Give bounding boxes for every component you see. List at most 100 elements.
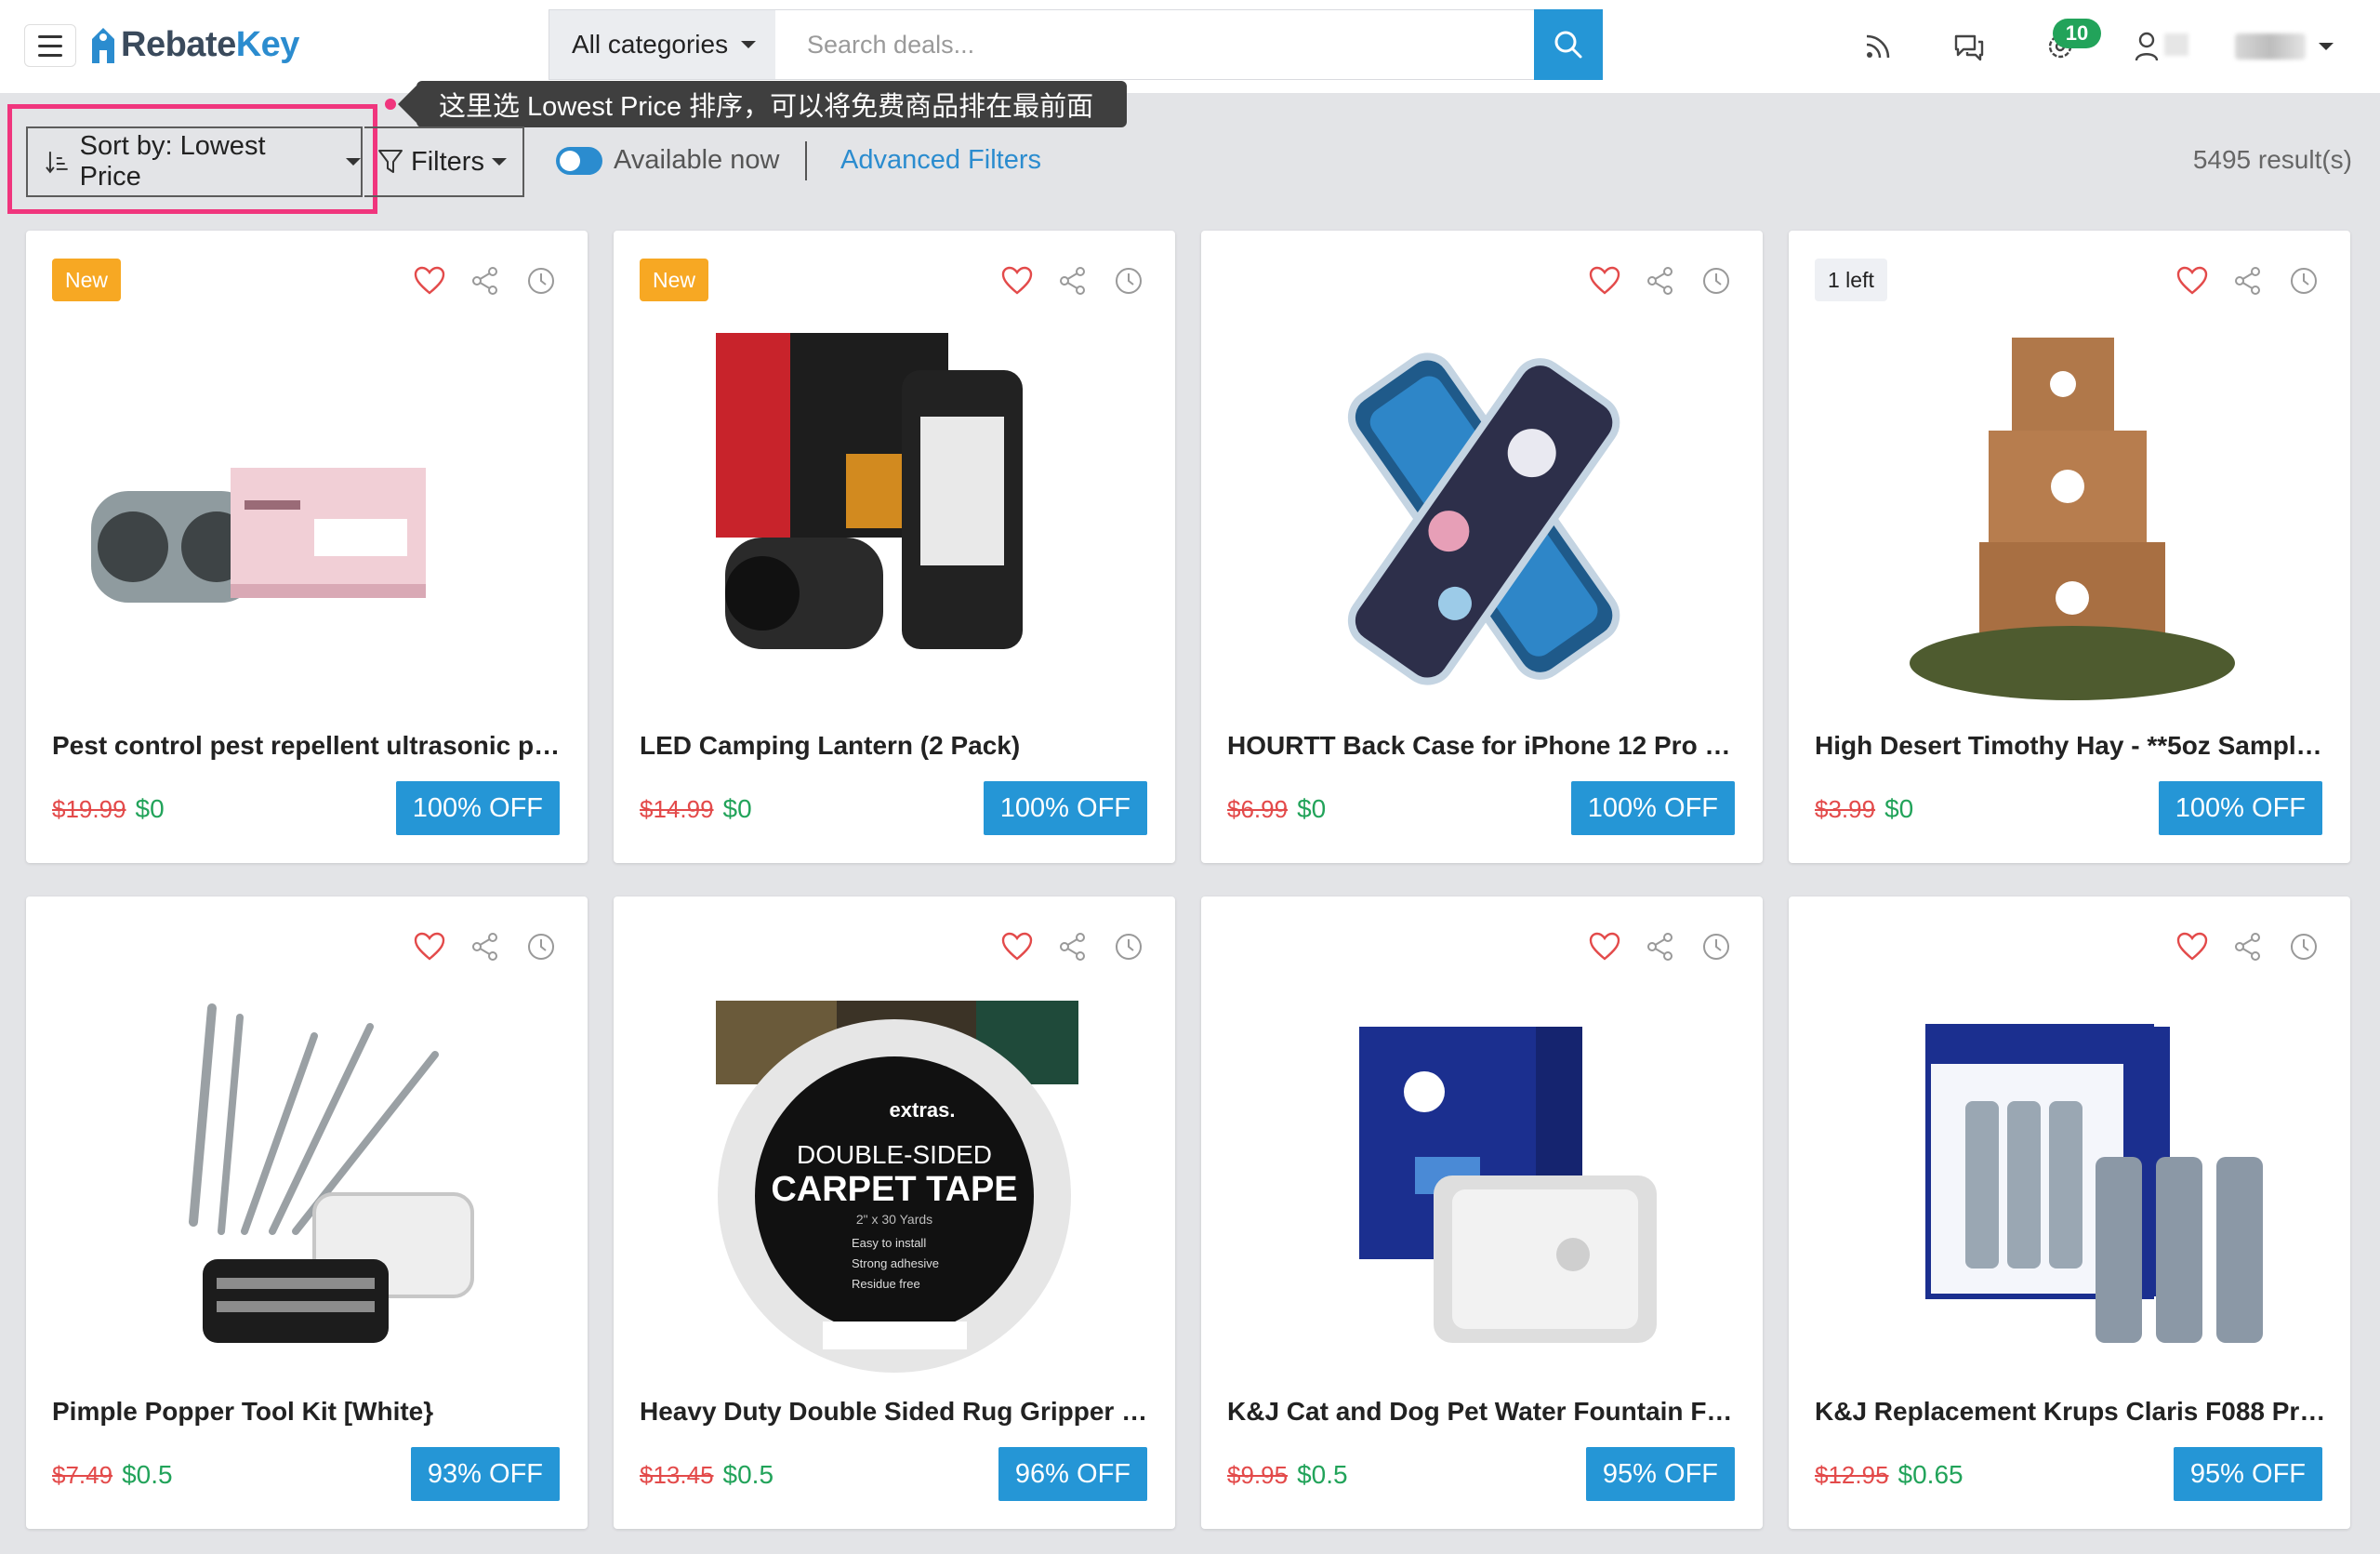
share-icon[interactable] <box>469 930 502 963</box>
sort-highlight-box <box>7 104 377 214</box>
favorite-heart-icon[interactable] <box>1000 264 1034 298</box>
product-card[interactable]: HOURTT Back Case for iPhone 12 Pro Ma...… <box>1201 231 1763 863</box>
chat-icon <box>1954 34 1984 61</box>
chevron-down-icon <box>741 41 757 48</box>
original-price: $14.99 <box>640 795 714 823</box>
available-now-toggle[interactable] <box>556 147 602 175</box>
product-card[interactable]: extras. DOUBLE-SIDED CARPET TAPE 2" x 30… <box>614 897 1175 1529</box>
clock-icon[interactable] <box>524 264 558 298</box>
rebatekey-logo[interactable]: RebateKey <box>89 17 299 73</box>
share-icon[interactable] <box>1056 930 1090 963</box>
favorite-heart-icon[interactable] <box>1000 930 1034 963</box>
original-price: $19.99 <box>52 795 126 823</box>
clock-icon[interactable] <box>1112 264 1145 298</box>
discount-button[interactable]: 93% OFF <box>410 1447 560 1501</box>
logo-text-key: Key <box>235 24 300 64</box>
hay-boxes-image <box>1844 333 2294 705</box>
share-icon[interactable] <box>1056 264 1090 298</box>
share-icon[interactable] <box>469 264 502 298</box>
search-input[interactable] <box>775 9 1534 80</box>
filters-dropdown[interactable]: Filters <box>364 126 524 197</box>
clock-icon[interactable] <box>1699 930 1733 963</box>
notification-count-badge: 10 <box>2053 19 2101 48</box>
product-card[interactable]: 1 left High Desert Timothy Hay - **5oz S… <box>1789 231 2350 863</box>
tape-bullet: Residue free <box>852 1277 920 1291</box>
discount-button[interactable]: 100% OFF <box>1570 781 1735 835</box>
tape-bullet: Strong adhesive <box>852 1256 939 1270</box>
results-count: 5495 result(s) <box>2192 145 2352 174</box>
product-title[interactable]: Heavy Duty Double Sided Rug Gripper Tape <box>640 1397 1151 1427</box>
chevron-down-icon <box>2319 43 2334 50</box>
original-price: $7.49 <box>52 1461 113 1489</box>
product-title[interactable]: HOURTT Back Case for iPhone 12 Pro Ma... <box>1227 731 1739 761</box>
tooltip-marker-dot <box>385 99 396 110</box>
camping-lantern-image <box>669 333 1119 686</box>
sale-price: $0 <box>1884 794 1914 823</box>
filter-funnel-icon <box>378 150 403 173</box>
user-icon <box>2135 32 2159 61</box>
available-now-label: Available now <box>614 145 780 175</box>
share-icon[interactable] <box>1644 264 1677 298</box>
favorite-heart-icon[interactable] <box>2175 930 2209 963</box>
original-price: $13.45 <box>640 1461 714 1489</box>
tool-kit-image <box>82 999 532 1361</box>
favorite-heart-icon[interactable] <box>413 264 446 298</box>
product-card[interactable]: New LED Camping Lantern (2 Pack) $14.99 $… <box>614 231 1175 863</box>
share-icon[interactable] <box>1644 930 1677 963</box>
tape-size-text: 2" x 30 Yards <box>856 1212 932 1227</box>
sale-price: $0.5 <box>122 1460 173 1489</box>
discount-button[interactable]: 96% OFF <box>998 1447 1147 1501</box>
search-bar: All categories <box>549 9 1603 80</box>
sale-price: $0 <box>1297 794 1327 823</box>
chevron-down-icon <box>491 158 507 166</box>
share-icon[interactable] <box>2231 930 2265 963</box>
tape-brand-text: extras. <box>890 1098 956 1122</box>
clock-icon[interactable] <box>2287 930 2320 963</box>
product-title[interactable]: High Desert Timothy Hay - **5oz Sample .… <box>1815 731 2326 761</box>
filters-label: Filters <box>411 146 484 177</box>
product-card[interactable]: Pimple Popper Tool Kit [White} $7.49 $0.5… <box>26 897 588 1529</box>
product-card[interactable]: K&J Replacement Krups Claris F088 Preci.… <box>1789 897 2350 1529</box>
clock-icon[interactable] <box>524 930 558 963</box>
favorite-heart-icon[interactable] <box>2175 264 2209 298</box>
product-card[interactable]: New Pest control pest repellent ultrason… <box>26 231 588 863</box>
search-icon <box>1554 31 1582 59</box>
original-price: $3.99 <box>1815 795 1876 823</box>
rss-icon <box>1866 34 1890 59</box>
toolbar-divider <box>805 141 807 180</box>
category-select-label: All categories <box>572 30 729 59</box>
favorite-heart-icon[interactable] <box>1588 930 1621 963</box>
product-card[interactable]: K&J Cat and Dog Pet Water Fountain Filte… <box>1201 897 1763 1529</box>
annotation-tooltip: 这里选 Lowest Price 排序，可以将免费商品排在最前面 <box>397 81 1128 127</box>
product-title[interactable]: LED Camping Lantern (2 Pack) <box>640 731 1151 761</box>
clock-icon[interactable] <box>2287 264 2320 298</box>
discount-button[interactable]: 100% OFF <box>2158 781 2322 835</box>
sale-price: $0 <box>135 794 165 823</box>
hamburger-menu-button[interactable] <box>24 24 76 67</box>
fountain-filter-image <box>1257 1017 1707 1352</box>
original-price: $9.95 <box>1227 1461 1289 1489</box>
discount-button[interactable]: 95% OFF <box>1585 1447 1735 1501</box>
discount-button[interactable]: 95% OFF <box>2173 1447 2322 1501</box>
favorite-heart-icon[interactable] <box>1588 264 1621 298</box>
tape-label-line1: DOUBLE-SIDED <box>797 1140 992 1169</box>
product-title[interactable]: Pimple Popper Tool Kit [White} <box>52 1397 563 1427</box>
favorite-heart-icon[interactable] <box>413 930 446 963</box>
discount-button[interactable]: 100% OFF <box>983 781 1147 835</box>
original-price: $6.99 <box>1227 795 1289 823</box>
search-button[interactable] <box>1534 9 1603 80</box>
clock-icon[interactable] <box>1699 264 1733 298</box>
stock-left-badge: 1 left <box>1815 259 1887 301</box>
product-title[interactable]: K&J Cat and Dog Pet Water Fountain Filte… <box>1227 1397 1739 1427</box>
messages-button[interactable] <box>1949 26 1990 67</box>
advanced-filters-link[interactable]: Advanced Filters <box>840 145 1041 176</box>
discount-button[interactable]: 100% OFF <box>395 781 560 835</box>
product-title[interactable]: K&J Replacement Krups Claris F088 Preci.… <box>1815 1397 2326 1427</box>
new-badge: New <box>52 259 122 301</box>
category-select[interactable]: All categories <box>549 9 775 80</box>
account-menu[interactable] <box>2235 28 2334 65</box>
share-icon[interactable] <box>2231 264 2265 298</box>
clock-icon[interactable] <box>1112 930 1145 963</box>
product-title[interactable]: Pest control pest repellent ultrasonic p… <box>52 731 563 761</box>
rss-feed-button[interactable] <box>1858 26 1898 67</box>
